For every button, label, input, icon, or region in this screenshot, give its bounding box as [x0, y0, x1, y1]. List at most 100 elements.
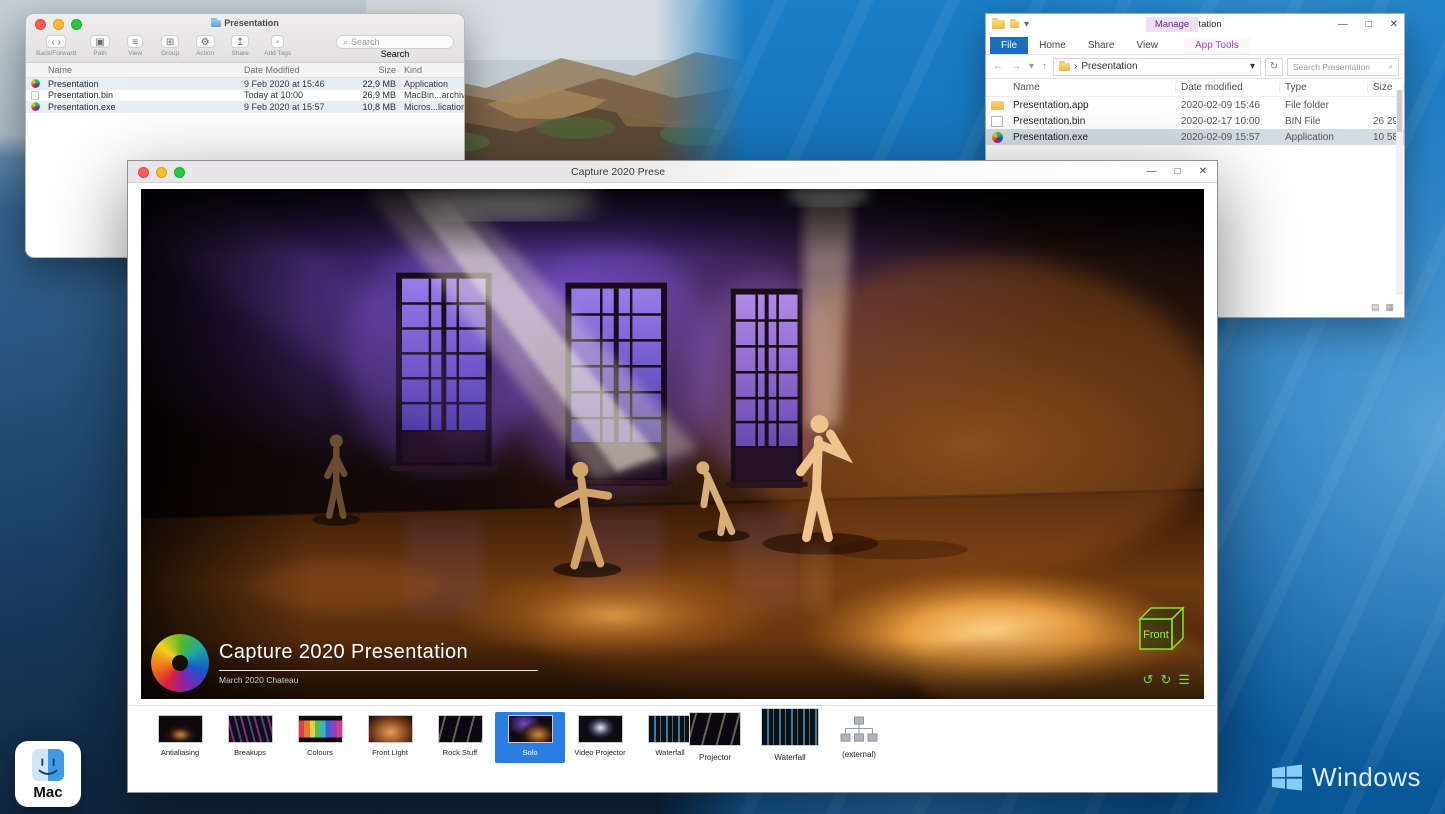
back-icon: ‹ [51, 37, 55, 48]
breadcrumb-segment[interactable]: Presentation [1081, 61, 1137, 72]
finder-face-icon [31, 748, 65, 781]
group-button[interactable]: ⊞ Group [159, 35, 181, 57]
thumbnail-image [689, 712, 741, 746]
table-row[interactable]: Presentation.app 2020-02-09 15:46 File f… [986, 97, 1404, 113]
org-chart-icon [840, 716, 878, 742]
windows-platform-badge: Windows [1272, 762, 1421, 793]
minimize-button[interactable]: — [1147, 166, 1157, 177]
table-row[interactable]: Presentation.bin Today at 10:00 26,9 MB … [26, 90, 464, 102]
document-icon [31, 90, 39, 100]
thumbnail-image [577, 715, 623, 743]
chevron-down-icon[interactable]: ▾ [1024, 19, 1029, 30]
scrollbar-thumb[interactable] [1397, 90, 1402, 132]
details-view-icon[interactable]: ▤ [1371, 302, 1380, 313]
action-button[interactable]: ⚙ Action [194, 35, 216, 57]
column-date-modified[interactable]: Date modified [1176, 82, 1280, 93]
up-icon[interactable]: ↑ [1040, 61, 1049, 72]
preset-thumb-video-projector[interactable]: Video Projector [565, 712, 635, 763]
breadcrumb[interactable]: › Presentation ▾ [1053, 57, 1261, 76]
close-button[interactable]: ✕ [1390, 19, 1398, 30]
maximize-button[interactable]: □ [1366, 19, 1372, 30]
group-icon: ⊞ [160, 35, 180, 48]
back-icon[interactable]: ← [991, 61, 1005, 72]
column-name[interactable]: Name [1008, 82, 1176, 93]
column-size[interactable]: Size [344, 65, 400, 75]
preset-thumb-projector[interactable]: Projector [689, 708, 741, 762]
thumbnail-view-icon[interactable]: ▦ [1385, 302, 1394, 313]
preset-thumb-colours[interactable]: Colours [285, 712, 355, 763]
preset-thumb-rock-stuff[interactable]: Rock Stuff [425, 712, 495, 763]
window-title: Capture 2020 Prese [571, 166, 666, 178]
orbit-right-icon[interactable]: ↻ [1160, 672, 1171, 687]
stage-preview-3d[interactable] [141, 189, 1204, 699]
menu-icon[interactable]: ☰ [1178, 672, 1190, 687]
file-kind: MacBin...archive [404, 90, 464, 101]
address-bar: ← → ▾ ↑ › Presentation ▾ ↻ Search Presen… [986, 55, 1404, 79]
preset-thumb-antialiasing[interactable]: Antialiasing [145, 712, 215, 763]
refresh-button[interactable]: ↻ [1265, 57, 1283, 76]
file-name: Presentation [48, 78, 99, 89]
table-row[interactable]: Presentation 9 Feb 2020 at 15:46 22,9 MB… [26, 78, 464, 90]
table-row[interactable]: Presentation.bin 2020-02-17 10:00 BIN Fi… [986, 113, 1404, 129]
add-tags-button[interactable]: ◦ Add Tags [264, 35, 291, 57]
tab-app-tools[interactable]: App Tools [1184, 37, 1250, 54]
chevron-right-icon: › [1074, 61, 1078, 72]
table-row[interactable]: Presentation.exe 9 Feb 2020 at 15:57 10,… [26, 101, 464, 113]
view-button[interactable]: ≡ View [124, 35, 146, 57]
tab-file[interactable]: File [990, 37, 1029, 54]
path-button[interactable]: ▣ Path [89, 35, 111, 57]
mac-platform-badge: Mac [15, 741, 81, 807]
orbit-left-icon[interactable]: ↺ [1143, 672, 1154, 687]
close-button[interactable]: ✕ [1199, 166, 1207, 177]
search-placeholder: Search Presentation [1293, 61, 1371, 72]
finder-toolbar: ‹ › Back/Forward ▣ Path ≡ View ⊞ Group ⚙ [26, 33, 464, 62]
folder-icon [1059, 60, 1071, 71]
show-caption: Capture 2020 Presentation March 2020 Cha… [219, 641, 539, 685]
history-dropdown-icon[interactable]: ▾ [1027, 61, 1036, 72]
path-icon: ▣ [90, 35, 110, 48]
tab-home[interactable]: Home [1028, 37, 1077, 54]
exe-icon [991, 131, 1003, 143]
date-modified: 2020-02-17 10:00 [1181, 115, 1260, 127]
forward-icon[interactable]: → [1009, 61, 1023, 72]
file-name: Presentation.exe [1013, 131, 1089, 143]
zoom-button[interactable] [174, 166, 185, 178]
preset-thumb-breakups[interactable]: Breakups [215, 712, 285, 763]
search-input[interactable]: ⌕ Search [336, 35, 454, 49]
gear-icon: ⚙ [195, 35, 215, 48]
minimize-button[interactable]: — [1338, 19, 1348, 30]
preset-strip: Antialiasing Breakups Colours Front Ligh… [129, 705, 1216, 791]
scrollbar[interactable] [1396, 90, 1403, 295]
back-forward-button[interactable]: ‹ › Back/Forward [36, 35, 76, 57]
column-name[interactable]: Name [44, 65, 240, 75]
column-date-modified[interactable]: Date Modified [240, 65, 344, 75]
preset-thumb-front-light[interactable]: Front Light [355, 712, 425, 763]
column-type[interactable]: Type [1280, 82, 1368, 93]
tab-view[interactable]: View [1126, 37, 1170, 54]
stage-viewport[interactable]: Capture 2020 Presentation March 2020 Cha… [141, 189, 1204, 699]
column-kind[interactable]: Kind [400, 65, 464, 75]
file-size: 10,8 MB [362, 101, 396, 112]
capture-titlebar[interactable]: Capture 2020 Prese — □ ✕ [128, 161, 1217, 183]
minimize-button[interactable] [156, 166, 167, 178]
share-button[interactable]: ↥ Share [229, 35, 251, 57]
preset-thumb-external[interactable]: (external) [839, 708, 879, 759]
finder-titlebar[interactable]: Presentation [26, 14, 464, 33]
preset-thumb-waterfall-win[interactable]: Waterfall [761, 708, 819, 762]
thumbnail-image [157, 715, 203, 743]
front-orientation-cube[interactable]: Front [1132, 603, 1188, 653]
exe-icon [30, 102, 40, 112]
preset-thumb-solo-selected[interactable]: Solo [495, 712, 565, 763]
close-button[interactable] [138, 166, 149, 178]
date-modified: 9 Feb 2020 at 15:46 [244, 78, 325, 89]
tab-share[interactable]: Share [1077, 37, 1126, 54]
chevron-down-icon[interactable]: ▾ [1250, 61, 1255, 72]
table-row-selected[interactable]: Presentation.exe 2020-02-09 15:57 Applic… [986, 129, 1404, 145]
capture-logo [151, 634, 209, 692]
composite-screenshot: Presentation ‹ › Back/Forward ▣ Path ≡ V… [0, 0, 1445, 814]
search-input[interactable]: Search Presentation ⌕ [1287, 57, 1399, 76]
maximize-button[interactable]: □ [1175, 166, 1181, 177]
tag-icon: ◦ [270, 35, 285, 48]
manage-contextual-tab[interactable]: Manage [1146, 17, 1198, 32]
search-icon: ⌕ [1388, 61, 1393, 71]
